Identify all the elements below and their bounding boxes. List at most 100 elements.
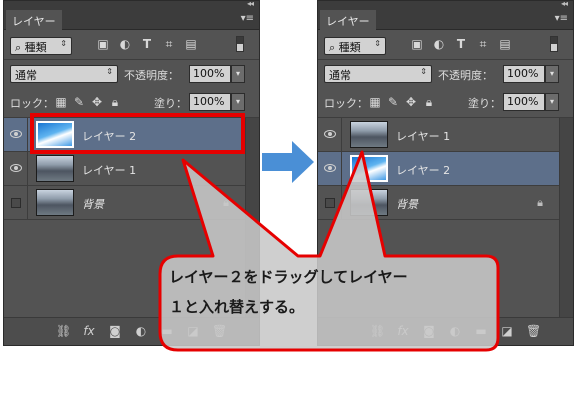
updown-arrow-icon: ⇕	[60, 39, 67, 48]
smart-object-filter-icon[interactable]: ▤	[498, 37, 512, 51]
visibility-toggle[interactable]	[318, 118, 342, 152]
fill-label: 塗り：	[154, 97, 187, 110]
hidden-box	[11, 198, 21, 208]
layer-name: レイヤー 2	[396, 164, 451, 177]
right-arrow-icon	[262, 141, 314, 183]
link-layers-icon[interactable]: ⛓	[56, 324, 71, 338]
layer-row[interactable]: レイヤー 1	[4, 152, 245, 186]
layer-row[interactable]: 背景 🔒︎	[4, 186, 245, 220]
mask-icon[interactable]: ◙	[108, 324, 122, 338]
updown-arrow-icon: ⇕	[420, 67, 427, 76]
fill-label: 塗り：	[468, 97, 501, 110]
visibility-toggle[interactable]	[4, 186, 28, 220]
lock-label: ロック：	[10, 97, 54, 110]
lock-paint-icon[interactable]: ✎	[72, 95, 86, 109]
fill-field[interactable]: 100%	[189, 93, 231, 111]
shape-filter-icon[interactable]: ⌗	[476, 37, 490, 51]
lock-transparent-icon[interactable]: ▦	[54, 95, 68, 109]
layer-thumbnail	[350, 155, 388, 182]
callout-line-2: １と入れ替えする。	[169, 298, 305, 316]
group-icon[interactable]: ▬	[474, 324, 488, 338]
lock-move-icon[interactable]: ✥	[404, 95, 418, 109]
panel-menu-icon[interactable]: ▾≡	[241, 13, 254, 24]
layer-lock-icon: 🔒︎	[223, 196, 229, 209]
filter-toggle[interactable]	[550, 36, 558, 52]
callout-line-1: レイヤー２をドラッグしてレイヤー	[169, 268, 408, 286]
fx-icon[interactable]: fx	[82, 324, 96, 338]
layers-tab[interactable]: レイヤー	[320, 10, 376, 30]
opacity-field[interactable]: 100%	[503, 65, 545, 83]
fx-icon[interactable]: fx	[396, 324, 410, 338]
opacity-label: 不透明度：	[124, 69, 179, 82]
updown-arrow-icon: ⇕	[374, 39, 381, 48]
type-filter-icon[interactable]: T	[140, 37, 154, 51]
callout-text: レイヤー２をドラッグしてレイヤー １と入れ替えする。	[169, 262, 509, 322]
lock-paint-icon[interactable]: ✎	[386, 95, 400, 109]
smart-object-filter-icon[interactable]: ▤	[184, 37, 198, 51]
layer-row[interactable]: レイヤー 1	[318, 118, 559, 152]
lock-row: ロック： ▦ ✎ ✥ 🔒︎ 塗り： 100% ▾	[318, 89, 573, 117]
opacity-dropdown-icon[interactable]: ▾	[231, 65, 245, 83]
fill-field[interactable]: 100%	[503, 93, 545, 111]
lock-all-icon[interactable]: 🔒︎	[108, 95, 122, 109]
layer-thumbnail	[350, 189, 388, 216]
link-layers-icon[interactable]: ⛓	[370, 324, 385, 338]
collapse-icon[interactable]: ◂◂	[561, 1, 568, 8]
opacity-label: 不透明度：	[438, 69, 493, 82]
filter-kind-select[interactable]: ⌕ 種類 ⇕	[10, 37, 72, 55]
group-icon[interactable]: ▬	[160, 324, 174, 338]
layer-thumbnail	[36, 155, 74, 182]
image-filter-icon[interactable]: ▣	[96, 37, 110, 51]
layer-name: レイヤー 1	[82, 164, 137, 177]
trash-icon[interactable]: 🗑︎	[526, 324, 541, 338]
blend-mode-select[interactable]: 通常 ⇕	[324, 65, 432, 83]
opacity-dropdown-icon[interactable]: ▾	[545, 65, 559, 83]
layer-row[interactable]: 背景 🔒︎	[318, 186, 559, 220]
image-filter-icon[interactable]: ▣	[410, 37, 424, 51]
adjustment-filter-icon[interactable]: ◐	[118, 37, 132, 51]
blend-mode-select[interactable]: 通常 ⇕	[10, 65, 118, 83]
adjustment-filter-icon[interactable]: ◐	[432, 37, 446, 51]
opacity-field[interactable]: 100%	[189, 65, 231, 83]
eye-icon	[324, 130, 336, 138]
visibility-toggle[interactable]	[318, 152, 342, 186]
collapse-icon[interactable]: ◂◂	[247, 1, 254, 8]
trash-icon[interactable]: 🗑︎	[212, 324, 227, 338]
layer-name: 背景	[82, 198, 104, 211]
layers-tab[interactable]: レイヤー	[6, 10, 62, 30]
scrollbar[interactable]	[559, 118, 573, 318]
fill-dropdown-icon[interactable]: ▾	[231, 93, 245, 111]
layer-name: 背景	[396, 198, 418, 211]
panel-menu-icon[interactable]: ▾≡	[555, 13, 568, 24]
eye-icon	[324, 164, 336, 172]
new-layer-icon[interactable]: ◪	[186, 324, 200, 338]
layer-lock-icon: 🔒︎	[537, 196, 543, 209]
filter-toggle[interactable]	[236, 36, 244, 52]
filter-kind-select[interactable]: ⌕ 種類 ⇕	[324, 37, 386, 55]
adjustment-layer-icon[interactable]: ◐	[448, 324, 462, 338]
lock-all-icon[interactable]: 🔒︎	[422, 95, 436, 109]
shape-filter-icon[interactable]: ⌗	[162, 37, 176, 51]
layer-name: レイヤー 1	[396, 130, 451, 143]
highlight-box	[30, 113, 245, 154]
type-filter-icon[interactable]: T	[454, 37, 468, 51]
mask-icon[interactable]: ◙	[422, 324, 436, 338]
blend-row: 通常 ⇕ 不透明度： 100% ▾	[4, 61, 259, 89]
lock-move-icon[interactable]: ✥	[90, 95, 104, 109]
visibility-toggle[interactable]	[4, 118, 28, 152]
visibility-toggle[interactable]	[318, 186, 342, 220]
visibility-toggle[interactable]	[4, 152, 28, 186]
eye-icon	[10, 164, 22, 172]
lock-label: ロック：	[324, 97, 368, 110]
updown-arrow-icon: ⇕	[106, 67, 113, 76]
fill-dropdown-icon[interactable]: ▾	[545, 93, 559, 111]
lock-transparent-icon[interactable]: ▦	[368, 95, 382, 109]
search-icon: ⌕	[15, 41, 25, 54]
blend-row: 通常 ⇕ 不透明度： 100% ▾	[318, 61, 573, 89]
layer-row[interactable]: レイヤー 2	[318, 152, 559, 186]
layer-thumbnail	[350, 121, 388, 148]
adjustment-layer-icon[interactable]: ◐	[134, 324, 148, 338]
new-layer-icon[interactable]: ◪	[500, 324, 514, 338]
filter-row: ⌕ 種類 ⇕ ▣ ◐ T ⌗ ▤	[318, 31, 573, 59]
layer-thumbnail	[36, 189, 74, 216]
